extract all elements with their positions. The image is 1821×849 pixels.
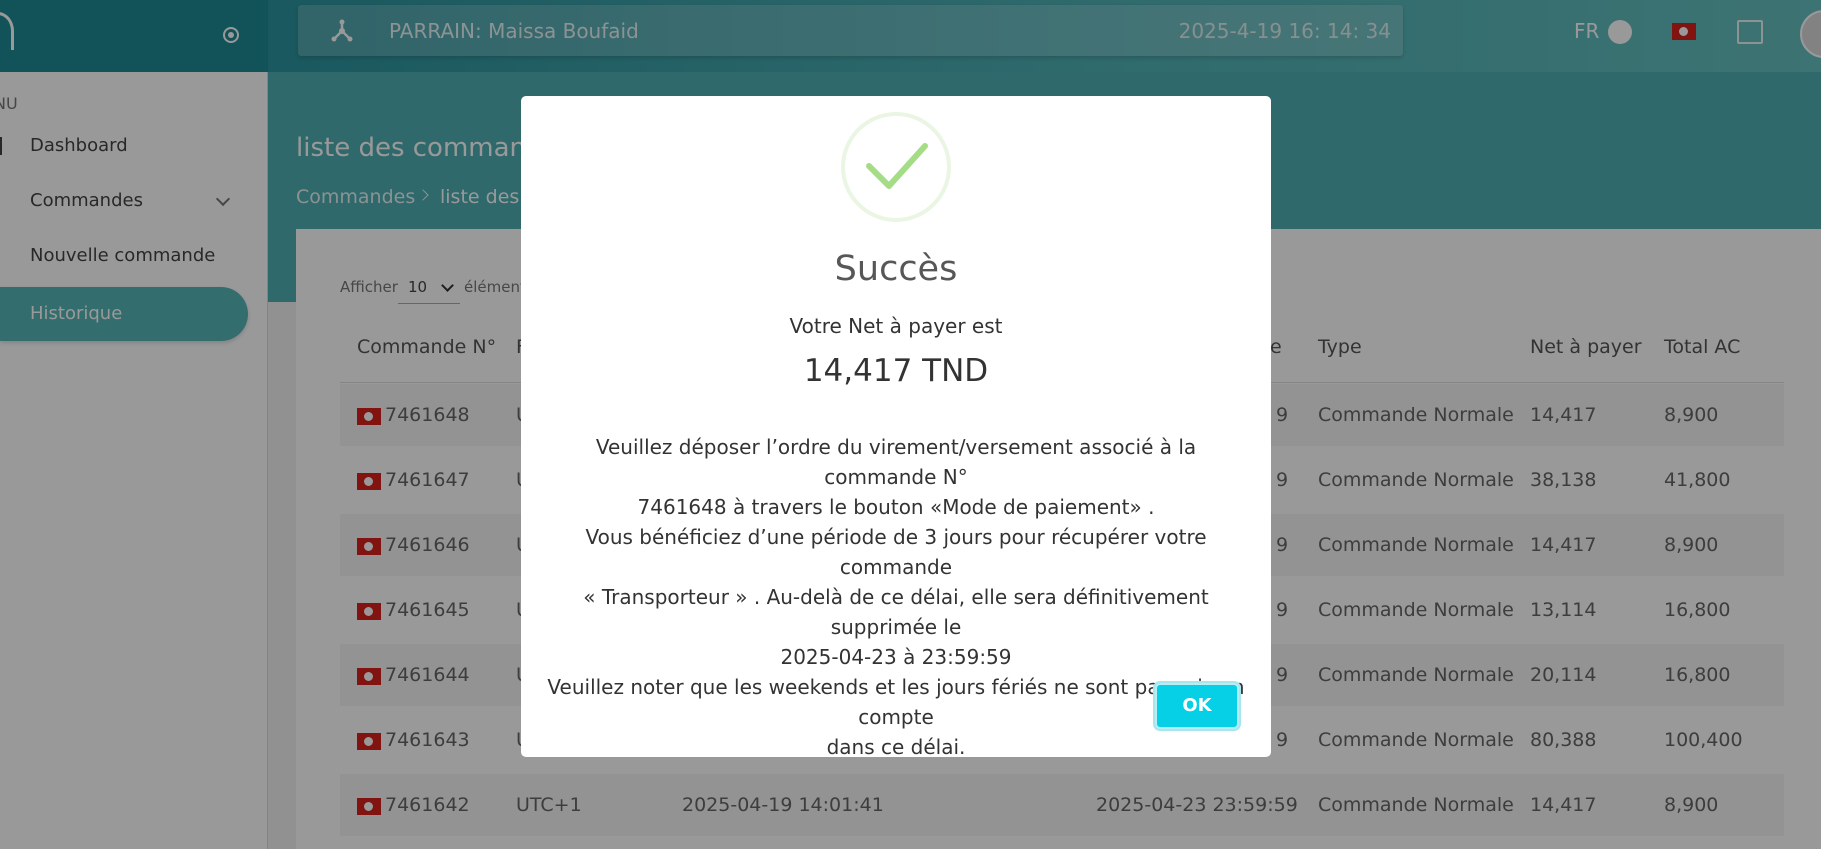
ok-button[interactable]: OK <box>1155 683 1239 729</box>
success-dialog: Succès Votre Net à payer est 14,417 TND … <box>521 96 1271 759</box>
dialog-message-line: Veuillez déposer l’ordre du virement/ver… <box>595 435 1197 489</box>
dialog-message-line: Veuillez noter que les weekends et les j… <box>547 675 1245 729</box>
dialog-subtitle: Votre Net à payer est <box>789 314 1003 338</box>
dialog-message: Veuillez déposer l’ordre du virement/ver… <box>539 432 1253 762</box>
dialog-title: Succès <box>834 249 958 289</box>
dialog-message-line: « Transporteur » . Au-delà de ce délai, … <box>583 585 1209 639</box>
dialog-message-line: 2025-04-23 à 23:59:59 <box>780 645 1012 669</box>
dialog-message-line: Vous bénéficiez d’une période de 3 jours… <box>585 525 1207 579</box>
dialog-message-line: 7461648 à travers le bouton «Mode de pai… <box>637 495 1155 519</box>
dialog-message-line: dans ce délai. <box>826 735 966 759</box>
net-amount: 14,417 TND <box>803 353 989 389</box>
checkmark-icon <box>841 112 951 222</box>
